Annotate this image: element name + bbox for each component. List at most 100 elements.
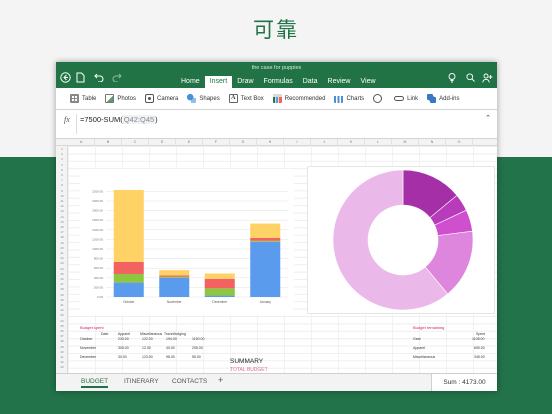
row-header[interactable]: 32 — [56, 308, 68, 312]
photos-button[interactable]: Photos — [105, 94, 136, 103]
column-header[interactable]: O — [446, 139, 473, 146]
column-header[interactable]: L — [365, 139, 392, 146]
row-header[interactable]: 43 — [56, 365, 68, 369]
formula-bar[interactable]: fx =7500-SUM(Q42:Q45) ⌃ — [56, 110, 497, 139]
lightbulb-icon[interactable] — [448, 73, 456, 85]
row-header[interactable]: 12 — [56, 204, 68, 208]
bar-segment[interactable] — [204, 295, 235, 297]
formula-text[interactable]: =7500-SUM(Q42:Q45) — [80, 115, 158, 124]
row-header[interactable]: 27 — [56, 282, 68, 286]
tab-insert[interactable]: Insert — [204, 76, 233, 88]
tab-data[interactable]: Data — [298, 76, 323, 88]
row-header[interactable]: 34 — [56, 319, 68, 323]
row-header[interactable]: 20 — [56, 246, 68, 250]
sheet-tab-budget[interactable]: BUDGET — [81, 378, 109, 388]
column-header[interactable]: A — [68, 139, 95, 146]
add-sheet-button[interactable]: + — [218, 375, 223, 385]
row-header[interactable]: 39 — [56, 345, 68, 349]
column-header[interactable]: M — [392, 139, 419, 146]
row-header[interactable]: 28 — [56, 287, 68, 291]
camera-button[interactable]: Camera — [145, 94, 178, 103]
column-header[interactable]: G — [230, 139, 257, 146]
row-header[interactable]: 33 — [56, 313, 68, 317]
row-header[interactable]: 9 — [56, 189, 68, 193]
stacked-bar-chart[interactable]: 0.00 200.00 400.00 600.00 800.00 1000.00 1200.… — [80, 169, 294, 315]
bar-segment[interactable] — [113, 282, 144, 297]
spreadsheet-grid[interactable]: ABCDEFGHIJKLMNO 1 2 3 4 5 6 7 8 9 10 11 12 13 14 15 16 1… — [56, 139, 497, 373]
row-header[interactable]: 36 — [56, 329, 68, 333]
row-header[interactable]: 26 — [56, 277, 68, 281]
row-header[interactable]: 13 — [56, 209, 68, 213]
bar-segment[interactable] — [113, 273, 144, 283]
share-person-icon[interactable] — [482, 73, 493, 85]
row-header[interactable]: 18 — [56, 235, 68, 239]
column-header[interactable]: D — [149, 139, 176, 146]
bar-segment[interactable] — [250, 237, 281, 241]
tab-home[interactable]: Home — [176, 76, 205, 88]
row-header[interactable]: 14 — [56, 215, 68, 219]
bar-segment[interactable] — [250, 223, 281, 238]
row-header[interactable]: 2 — [56, 152, 68, 156]
chevron-up-icon[interactable]: ⌃ — [485, 114, 491, 122]
donut-chart[interactable] — [307, 166, 495, 314]
redo-icon[interactable] — [112, 72, 122, 85]
row-header[interactable]: 7 — [56, 178, 68, 182]
row-header[interactable]: 42 — [56, 360, 68, 364]
sheet-tab-contacts[interactable]: CONTACTS — [172, 378, 207, 385]
row-header[interactable]: 15 — [56, 220, 68, 224]
row-header[interactable]: 4 — [56, 163, 68, 167]
addins-button[interactable]: Add-ins — [427, 94, 459, 103]
column-header[interactable]: N — [419, 139, 446, 146]
charts-button[interactable]: Charts — [334, 94, 364, 103]
row-header[interactable]: 29 — [56, 293, 68, 297]
bar-segment[interactable] — [113, 261, 144, 274]
row-header[interactable]: 3 — [56, 157, 68, 161]
file-icon[interactable] — [76, 72, 85, 86]
row-header[interactable]: 24 — [56, 267, 68, 271]
row-header[interactable]: 23 — [56, 261, 68, 265]
table-button[interactable]: Table — [70, 94, 96, 103]
row-header[interactable]: 1 — [56, 147, 68, 151]
column-header[interactable]: J — [311, 139, 338, 146]
bar-segment[interactable] — [159, 276, 190, 278]
comment-button[interactable] — [373, 94, 385, 103]
row-header[interactable]: 25 — [56, 272, 68, 276]
column-header[interactable]: F — [203, 139, 230, 146]
column-header[interactable]: K — [338, 139, 365, 146]
tab-review[interactable]: Review — [323, 76, 356, 88]
row-header[interactable]: 31 — [56, 303, 68, 307]
undo-icon[interactable] — [94, 72, 104, 85]
bar-segment[interactable] — [204, 273, 235, 279]
row-header[interactable]: 11 — [56, 199, 68, 203]
recommended-button[interactable]: Recommended — [272, 94, 325, 103]
bar-segment[interactable] — [113, 189, 144, 262]
row-header[interactable]: 10 — [56, 194, 68, 198]
row-header[interactable]: 35 — [56, 324, 68, 328]
column-header[interactable]: I — [284, 139, 311, 146]
sheet-tab-itinerary[interactable]: ITINERARY — [124, 378, 159, 385]
search-icon[interactable] — [466, 73, 475, 84]
bar-segment[interactable] — [204, 288, 235, 296]
column-header[interactable]: E — [176, 139, 203, 146]
tab-view[interactable]: View — [355, 76, 380, 88]
row-header[interactable]: 22 — [56, 256, 68, 260]
bar-segment[interactable] — [250, 240, 281, 242]
bar-segment[interactable] — [159, 270, 190, 276]
row-header[interactable]: 19 — [56, 241, 68, 245]
row-header[interactable]: 5 — [56, 168, 68, 172]
row-header[interactable]: 8 — [56, 183, 68, 187]
column-header[interactable]: H — [257, 139, 284, 146]
bar-segment[interactable] — [159, 275, 190, 277]
bar-segment[interactable] — [159, 277, 190, 297]
link-button[interactable]: Link — [394, 96, 418, 102]
row-header[interactable]: 17 — [56, 230, 68, 234]
bar-segment[interactable] — [250, 241, 281, 297]
column-header[interactable]: C — [122, 139, 149, 146]
row-header[interactable]: 16 — [56, 225, 68, 229]
row-header[interactable]: 6 — [56, 173, 68, 177]
column-header[interactable]: B — [95, 139, 122, 146]
shapes-button[interactable]: Shapes — [187, 94, 220, 103]
tab-draw[interactable]: Draw — [232, 76, 258, 88]
row-header[interactable]: 41 — [56, 355, 68, 359]
textbox-button[interactable]: A Text Box — [228, 94, 264, 103]
